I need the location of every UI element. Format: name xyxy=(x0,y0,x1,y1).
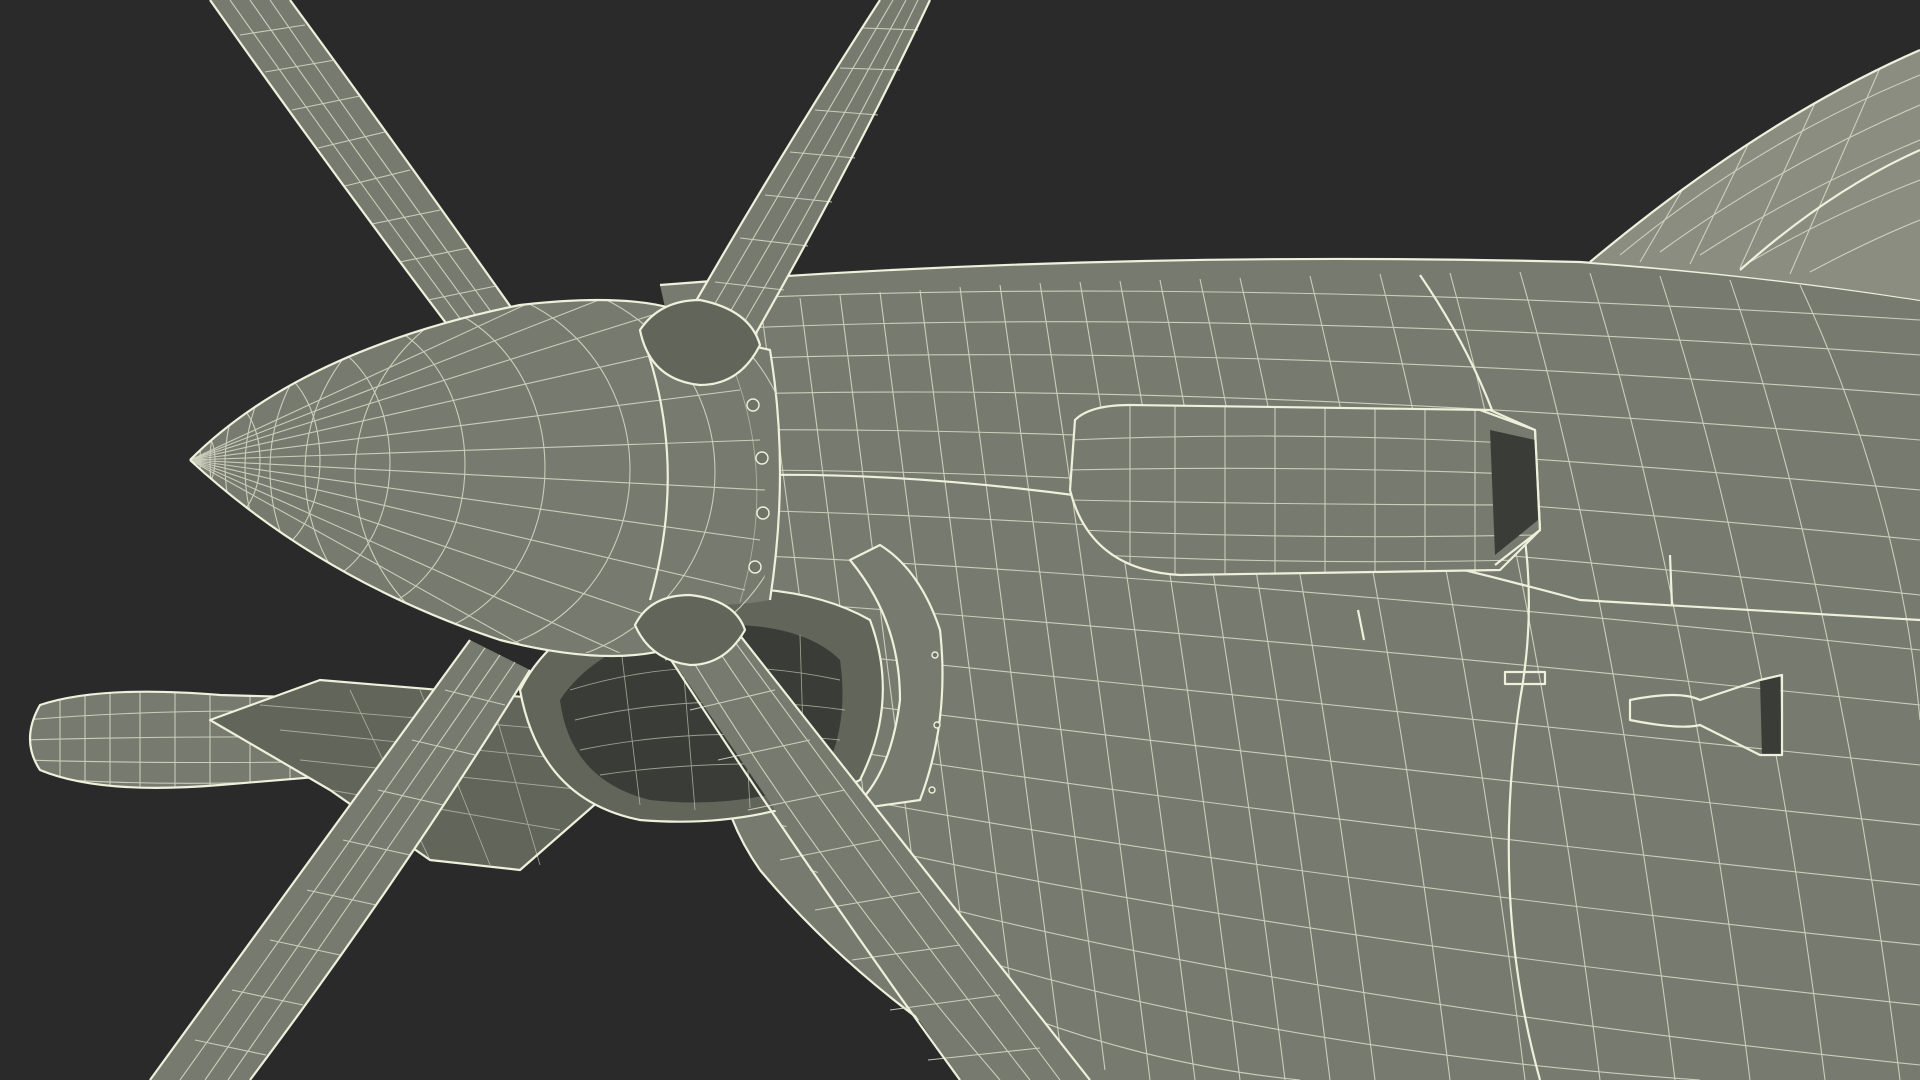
exhaust-stack xyxy=(1068,403,1542,577)
wireframe-render-viewport xyxy=(29,0,1920,1080)
propeller-blade-upper-left xyxy=(209,0,522,337)
cockpit-canopy xyxy=(1589,48,1920,300)
